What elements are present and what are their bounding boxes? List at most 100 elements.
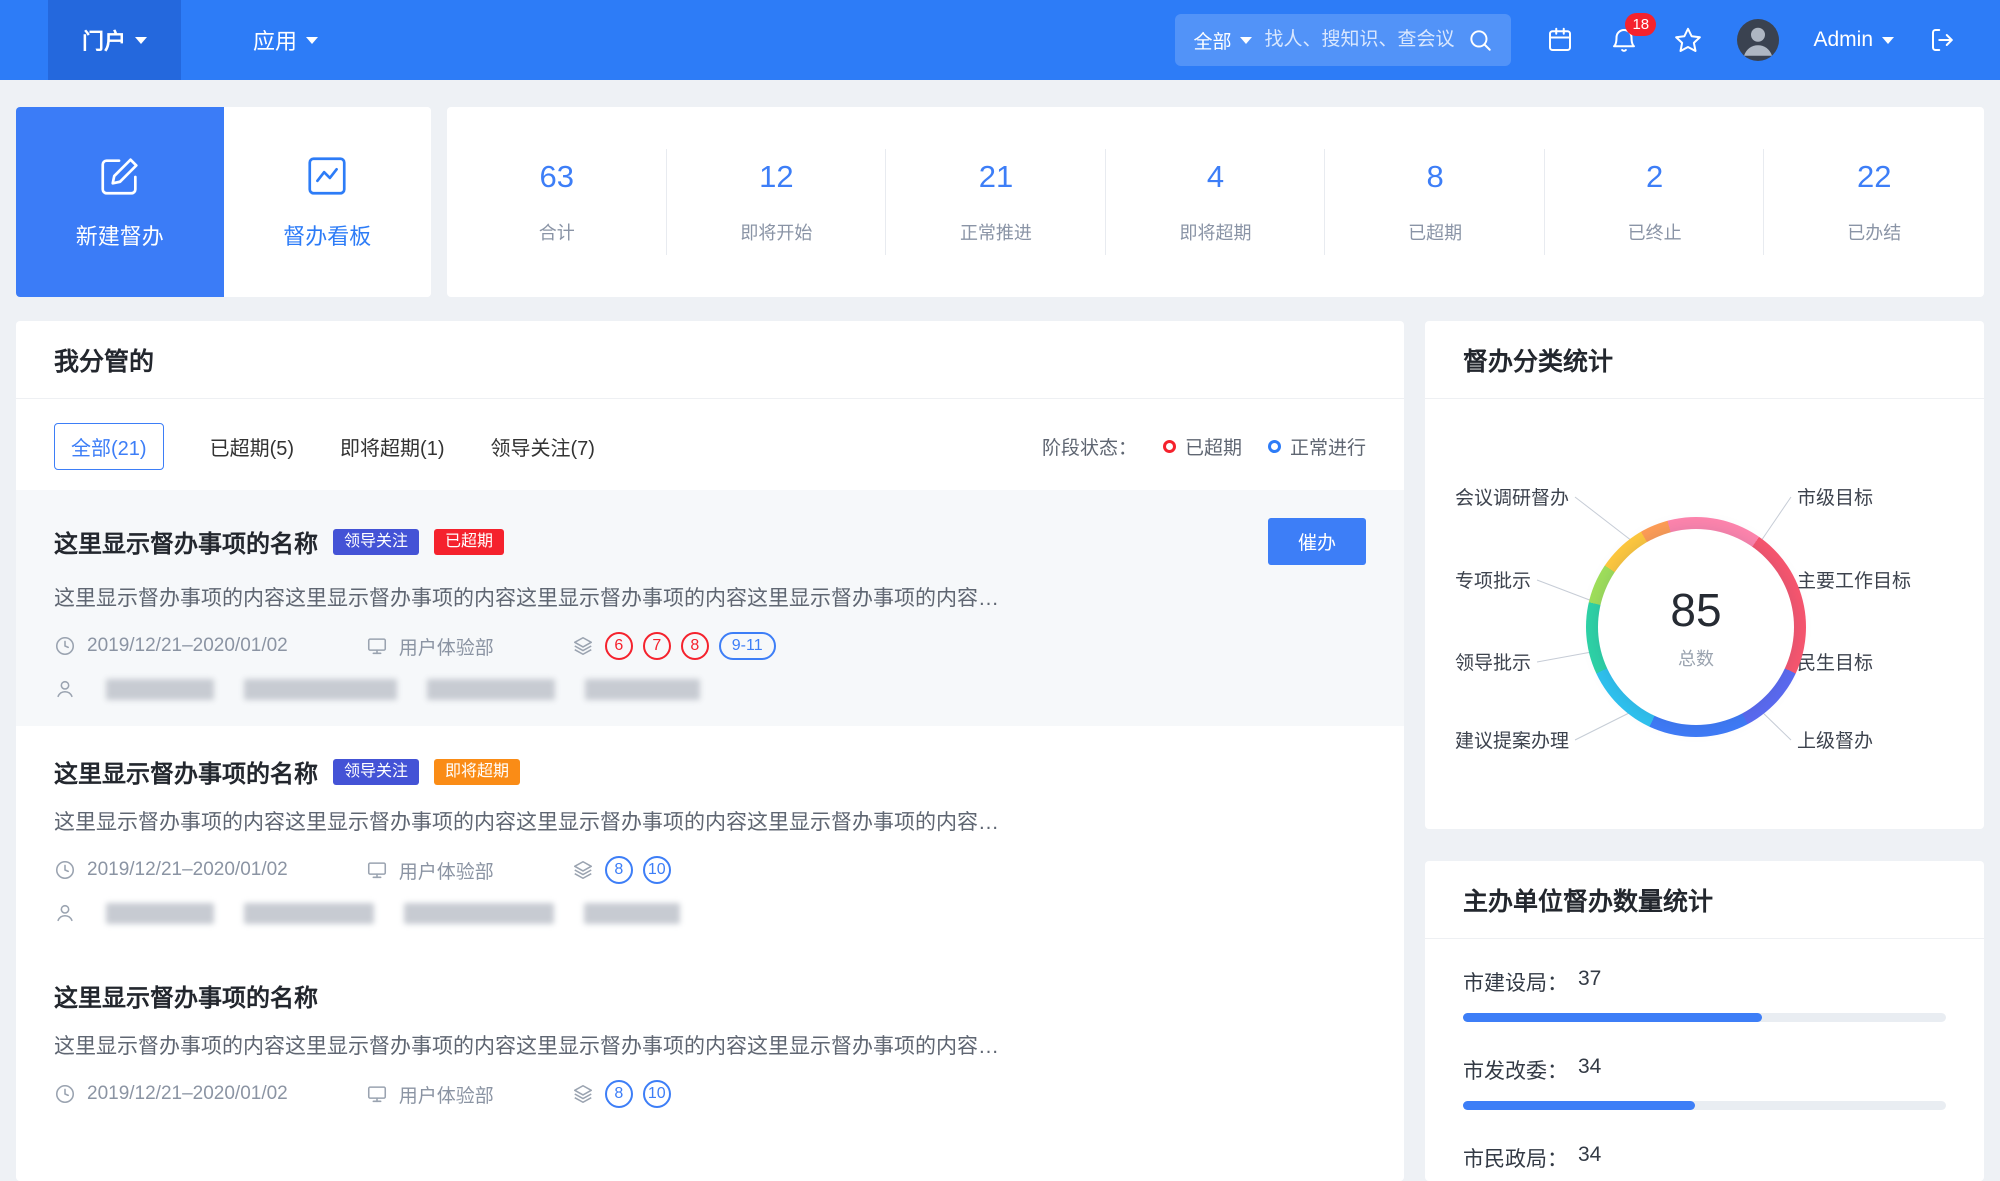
user-menu[interactable]: Admin [1813,28,1894,52]
stage-status-legend: 阶段状态： 已超期 正常进行 [1042,433,1366,460]
nav-menu-apps[interactable]: 应用 [219,0,352,80]
stat-value: 4 [1206,159,1225,194]
legend-overdue: 已超期 [1162,433,1242,460]
stat-value: 22 [1857,159,1892,194]
task-item[interactable]: 这里显示督办事项的名称 这里显示督办事项的内容这里显示督办事项的内容这里显示督办… [16,950,1404,1134]
task-item[interactable]: 这里显示督办事项的名称 领导关注 即将超期 这里显示督办事项的内容这里显示督办事… [16,726,1404,950]
stat-due-soon[interactable]: 4 即将超期 [1106,159,1326,245]
urge-button[interactable]: 催办 [1267,518,1366,565]
layers-icon [572,1083,594,1105]
task-filter-tabs: 全部(21) 已超期(5) 即将超期(1) 领导关注(7) 阶段状态： 已超期 … [16,399,1404,490]
task-date-range: 2019/12/21–2020/01/02 [54,859,288,881]
task-description: 这里显示督办事项的内容这里显示督办事项的内容这里显示督办事项的内容这里显示督办事… [54,1035,999,1058]
stat-terminated[interactable]: 2 已终止 [1545,159,1765,245]
unit-name: 市民政局： [1463,1148,1568,1171]
task-title[interactable]: 这里显示督办事项的名称 [54,754,318,789]
search-icon[interactable] [1467,27,1493,53]
stage-number[interactable]: 10 [642,1080,671,1108]
redacted-name [404,902,554,924]
user-avatar[interactable] [1737,19,1780,61]
layers-icon [572,635,594,657]
tab-overdue[interactable]: 已超期(5) [210,432,294,461]
calendar-icon[interactable] [1545,25,1575,55]
task-title[interactable]: 这里显示督办事项的名称 [54,524,318,559]
stage-range[interactable]: 9-11 [718,632,776,660]
task-stages: 8 10 [572,856,671,884]
task-stages: 6 7 8 9-11 [572,632,776,660]
person-icon [54,902,76,924]
red-dot-icon [1162,440,1176,453]
notification-badge: 18 [1625,13,1657,36]
stat-completed[interactable]: 22 已办结 [1764,159,1984,245]
task-department: 用户体验部 [366,1081,494,1108]
top-navbar: 门户 应用 全部 找人、搜知识、查会议 18 Admin [0,0,2000,80]
category-card-title: 督办分类统计 [1425,321,1984,399]
favorites-star-icon[interactable] [1673,25,1703,55]
stat-value: 63 [539,159,575,194]
logout-icon[interactable] [1928,25,1958,55]
task-assignees [54,678,1366,700]
stat-label: 正常推进 [959,223,1032,243]
unit-name: 市发改委： [1463,1060,1568,1083]
stat-value: 8 [1426,159,1444,194]
supervision-board-label: 督办看板 [283,224,372,249]
search-scope-dropdown[interactable]: 全部 [1193,27,1253,54]
stage-number[interactable]: 8 [604,1080,633,1108]
category-label: 民生目标 [1797,653,1874,674]
task-description: 这里显示督办事项的内容这里显示督办事项的内容这里显示督办事项的内容这里显示督办事… [54,811,999,834]
chevron-down-icon [306,36,319,44]
tab-all[interactable]: 全部(21) [54,423,164,470]
stage-number[interactable]: 7 [642,632,671,660]
progress-track [1463,1101,1946,1110]
clock-icon [54,1083,76,1105]
redacted-name [244,678,397,700]
task-item[interactable]: 这里显示督办事项的名称 领导关注 已超期 催办 这里显示督办事项的内容这里显示督… [16,490,1404,726]
stat-on-track[interactable]: 21 正常推进 [886,159,1106,245]
task-department: 用户体验部 [366,857,494,884]
clock-icon [54,859,76,881]
search-scope-label: 全部 [1193,31,1232,53]
unit-card-title: 主办单位督办数量统计 [1425,861,1984,939]
search-input[interactable] [1264,29,1456,51]
stat-total[interactable]: 63 合计 [447,159,667,245]
stat-value: 2 [1646,159,1664,194]
person-icon [54,678,76,700]
unit-name: 市建设局： [1463,972,1568,995]
task-stages: 8 10 [572,1080,671,1108]
badge-due-soon: 即将超期 [434,758,521,785]
stat-label: 已超期 [1408,223,1463,243]
chart-board-icon [304,153,350,199]
stat-label: 即将超期 [1179,223,1252,243]
badge-leader-focus: 领导关注 [333,528,420,555]
my-tasks-panel: 我分管的 全部(21) 已超期(5) 即将超期(1) 领导关注(7) 阶段状态：… [16,321,1404,1181]
stats-summary-card: 63 合计 12 即将开始 21 正常推进 4 即将超期 8 已超期 2 已终止… [447,107,1984,297]
tab-due-soon[interactable]: 即将超期(1) [340,432,444,461]
category-label: 市级目标 [1797,488,1874,509]
task-date-range: 2019/12/21–2020/01/02 [54,1083,288,1105]
category-label: 建议提案办理 [1455,731,1570,752]
progress-track [1463,1013,1946,1022]
new-supervision-button[interactable]: 新建督办 [16,107,224,297]
redacted-name [106,902,214,924]
stat-starting-soon[interactable]: 12 即将开始 [667,159,887,245]
category-label: 领导批示 [1455,653,1532,674]
nav-menu-portal[interactable]: 门户 [48,0,182,80]
task-department: 用户体验部 [366,633,494,660]
notifications-bell-icon[interactable]: 18 [1609,13,1657,55]
donut-total-label: 总数 [1677,649,1714,669]
stage-number[interactable]: 6 [604,632,633,660]
stage-number[interactable]: 8 [604,856,633,884]
unit-stat-row: 市发改委： 34 [1463,1055,1946,1110]
stage-number[interactable]: 8 [680,632,709,660]
stat-label: 合计 [538,223,575,243]
stage-number[interactable]: 10 [642,856,671,884]
supervision-board-button[interactable]: 督办看板 [223,107,431,297]
global-search[interactable]: 全部 [1175,14,1512,66]
redacted-name [244,902,374,924]
stat-overdue[interactable]: 8 已超期 [1325,159,1545,245]
task-title[interactable]: 这里显示督办事项的名称 [54,978,318,1013]
blue-dot-icon [1267,440,1281,453]
tab-leader-focus[interactable]: 领导关注(7) [490,432,594,461]
stat-value: 21 [978,159,1014,194]
stat-label: 已办结 [1847,223,1902,243]
